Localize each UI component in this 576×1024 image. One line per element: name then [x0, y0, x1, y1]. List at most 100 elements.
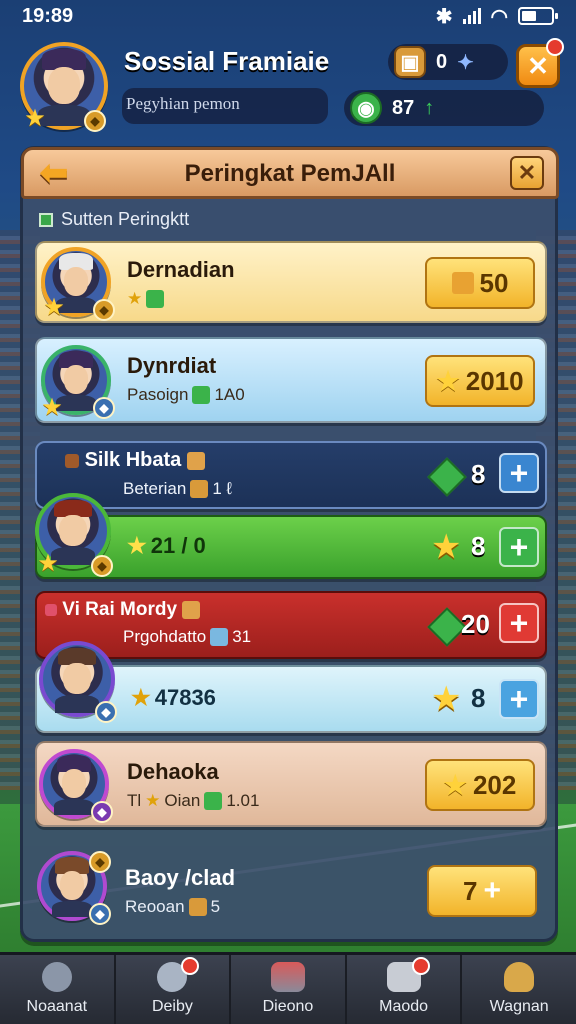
row-stat: ★ 21 / 0: [127, 533, 206, 559]
coins-counter[interactable]: ▣ 0 ✦: [388, 44, 508, 80]
nav-item-battle[interactable]: Dieono: [231, 955, 347, 1024]
profile-header: ★ ◆ Sossial Framiaie Pegyhian pemon ▣ 0 …: [16, 36, 564, 136]
leaderboard-row[interactable]: ★ ◆ Dynrdiat Pasoign 1A0 ★ 2010: [35, 337, 547, 423]
rank-badge-icon: ◆: [91, 555, 113, 577]
coins-value: 0: [436, 50, 448, 73]
leaderboard-row[interactable]: Vi Rai Mordy Prgohdatto 31 20 +: [35, 591, 547, 659]
rank-badge-icon: ◆: [84, 110, 106, 132]
close-icon: ✕: [517, 160, 537, 185]
status-icons: ✱ ◠: [436, 4, 558, 29]
green-gem-icon: [427, 457, 467, 497]
sparkle-icon: ✦: [457, 51, 474, 74]
score-button[interactable]: ★ 202: [425, 759, 535, 811]
row-sub-value: 1A0: [214, 385, 245, 404]
star-icon: ★: [436, 365, 460, 396]
row-sub-value-2: 1.01: [226, 791, 260, 810]
nav-label: Dieono: [262, 998, 314, 1015]
bottom-nav: Noaanat Deiby Dieono Maodo Wagnan: [0, 952, 576, 1024]
leaderboard-row[interactable]: ◆ ◆ Baoy /clad Reooan 5 7 +: [35, 845, 547, 931]
gems-counter[interactable]: ◉ 87 ↑: [344, 90, 544, 126]
gem-icon: [146, 290, 165, 308]
nav-label: Noaanat: [26, 998, 88, 1015]
row-sub-value: 1 ℓ: [212, 479, 233, 498]
add-button[interactable]: +: [499, 453, 539, 493]
row-name: Dehaoka: [127, 759, 219, 784]
leaderboard-row[interactable]: ★ ◆ Dernadian ★ 50: [35, 241, 547, 323]
row-sub: Prgohdatto 31: [123, 627, 251, 647]
star-icon: ★: [431, 528, 462, 566]
row-sub-label: Tl: [127, 791, 142, 810]
envelope-icon: [186, 451, 205, 470]
nav-item-more[interactable]: Wagnan: [462, 955, 576, 1024]
row-name-text: Vi Rai Mordy: [62, 599, 178, 620]
add-button[interactable]: +: [499, 603, 539, 643]
panel-title: Peringkat PemJAll: [184, 160, 396, 187]
leaderboard-row[interactable]: ★ ◆ ★ 21 / 0 ★ 8 +: [35, 493, 547, 579]
row-sub-label: Pasoign: [127, 385, 189, 404]
row-sub-label: Prgohdatto: [123, 627, 207, 646]
flag-icon: [65, 453, 79, 468]
arrow-left-icon: ⬅: [39, 154, 69, 192]
plus-icon: +: [509, 680, 529, 717]
chest-icon: [190, 480, 209, 498]
row-sub-label: Beterian: [123, 479, 187, 498]
count-value: 8: [471, 531, 486, 561]
leaderboard-row[interactable]: ◆ Dehaoka Tl ★ Oian 1.01 ★ 202: [35, 741, 547, 827]
star-icon: ★: [443, 769, 467, 800]
count-value: 8: [471, 683, 486, 713]
nav-item-daily[interactable]: Deiby: [116, 955, 232, 1024]
score-button[interactable]: ★ 2010: [425, 355, 535, 407]
plus-icon: +: [509, 604, 529, 641]
rank-badge-icon: ◆: [91, 801, 113, 823]
green-gem-icon: ◉: [350, 92, 382, 124]
star-badge-icon: ★: [37, 550, 59, 577]
row-stat-value: 21 / 0: [150, 533, 206, 558]
star-icon: ★: [431, 680, 462, 718]
add-button[interactable]: +: [499, 679, 539, 719]
plus-icon: +: [509, 454, 529, 491]
rank-badge-icon: ◆: [93, 397, 115, 419]
leaderboard-row[interactable]: Silk Hbata Beterian 1 ℓ 8 +: [35, 441, 547, 509]
cube-icon: [270, 962, 305, 992]
rank-badge-icon: ◆: [89, 851, 111, 873]
score-button[interactable]: 50: [425, 257, 535, 309]
panel-close-button[interactable]: ✕: [510, 156, 544, 190]
nav-item-shop[interactable]: Maodo: [347, 955, 463, 1024]
score-value: 2010: [465, 365, 524, 396]
star-badge-icon: ★: [43, 294, 65, 321]
wifi-icon: ◠: [490, 5, 508, 28]
row-sub: Pasoign 1A0: [127, 385, 245, 405]
close-icon: ✕: [527, 50, 549, 81]
row-sub: Tl ★ Oian 1.01: [127, 791, 259, 811]
chest-icon: [210, 628, 229, 646]
score-value: 50: [479, 267, 509, 298]
status-time: 19:89: [22, 4, 74, 27]
back-button[interactable]: ⬅: [32, 154, 76, 192]
gear-icon: [41, 962, 72, 992]
row-name: Baoy /clad: [125, 865, 236, 890]
chest-icon: [188, 898, 207, 916]
add-button[interactable]: +: [499, 527, 539, 567]
nav-label: Deiby: [151, 998, 193, 1015]
section-label: Sutten Peringktt: [39, 209, 189, 230]
nav-item-home[interactable]: Noaanat: [0, 955, 116, 1024]
panel-title-bar: ⬅ Peringkat PemJAll ✕: [21, 147, 559, 199]
count-value: 8: [471, 459, 486, 489]
leaderboard-row[interactable]: ◆ ★ 47836 ★ 8 +: [35, 641, 547, 733]
section-label-text: Sutten Peringktt: [61, 209, 190, 229]
plus-icon: +: [509, 528, 529, 565]
status-bar: 19:89 ✱ ◠: [0, 0, 576, 32]
row-name: Vi Rai Mordy: [45, 599, 201, 621]
score-value: 202: [472, 769, 517, 800]
notification-dot: [412, 957, 431, 975]
star-icon: ★: [127, 289, 143, 308]
gem-icon: [192, 386, 211, 404]
row-name: Dernadian: [127, 257, 235, 282]
envelope-icon: [182, 600, 201, 619]
row-name-text: Silk Hbata: [84, 449, 182, 471]
rank-badge-icon: ◆: [89, 903, 111, 925]
row-sub-value: 5: [210, 897, 221, 916]
star-badge-icon: ★: [41, 394, 63, 421]
score-button[interactable]: 7 +: [427, 865, 537, 917]
count-value: 20: [461, 609, 490, 639]
